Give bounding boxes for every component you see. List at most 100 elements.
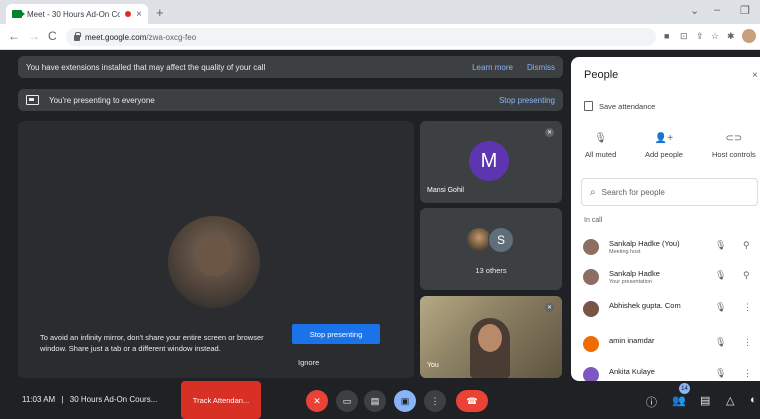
forward-button[interactable]: → xyxy=(28,29,40,43)
others-count: 13 others xyxy=(475,266,507,275)
avatar: S xyxy=(488,227,514,253)
list-item[interactable]: Ankita Kulaye 🎙 ⋮ xyxy=(581,363,760,381)
mic-off-icon: ✕ xyxy=(313,395,321,406)
url-path: /zwa-oxcg-feo xyxy=(146,32,197,42)
dismiss-link[interactable]: Dismiss xyxy=(527,63,555,72)
mic-off-icon[interactable]: 🎙 xyxy=(715,337,726,348)
meeting-name: 30 Hours Ad-On Cours... xyxy=(69,395,158,404)
action-label: Add people xyxy=(645,150,683,159)
mic-off-icon: ✕ xyxy=(545,303,554,312)
recording-dot-icon xyxy=(125,11,132,17)
learn-more-link[interactable]: Learn more xyxy=(472,63,513,72)
meeting-details-icon[interactable]: ⓘ xyxy=(646,394,657,410)
search-placeholder: Search for people xyxy=(601,187,665,197)
share-icon[interactable]: ⇪ xyxy=(696,31,704,42)
list-item[interactable]: Abhishek gupta. Com 🎙 ⋮ xyxy=(581,297,760,327)
participant-name: Mansi Gohil xyxy=(427,187,464,194)
presenting-text: You're presenting to everyone xyxy=(49,95,155,105)
back-button[interactable]: ← xyxy=(8,29,20,43)
panel-title: People xyxy=(584,69,619,81)
captions-button[interactable]: ▤ xyxy=(364,390,386,412)
lock-controls-icon[interactable]: ◐ xyxy=(750,394,757,406)
present-icon: ▣ xyxy=(400,395,410,406)
separator: | xyxy=(61,395,64,404)
ignore-button[interactable]: Ignore xyxy=(298,358,319,367)
track-attendance-button[interactable]: Track Attendan... xyxy=(181,381,261,419)
presenting-bar: You're presenting to everyone Stop prese… xyxy=(18,89,563,111)
pin-icon[interactable]: ⚲ xyxy=(743,240,750,251)
participant-tile-mansi[interactable]: ✕ M Mansi Gohil xyxy=(420,121,562,203)
more-options-button[interactable]: ⋮ xyxy=(424,390,446,412)
new-tab-button[interactable]: + xyxy=(156,5,164,20)
camera-face xyxy=(478,324,502,352)
url-text: meet.google.com/zwa-oxcg-feo xyxy=(85,33,196,42)
search-icon: ⌕ xyxy=(590,186,596,198)
more-vert-icon: ⋮ xyxy=(430,395,440,406)
list-item[interactable]: Sankalp Hadke (You) Meeting host 🎙 ⚲ xyxy=(581,235,760,265)
avatar xyxy=(583,269,599,285)
avatar xyxy=(583,336,599,352)
avatar xyxy=(583,367,599,381)
stop-presenting-button[interactable]: Stop presenting xyxy=(292,324,380,344)
add-people-button[interactable]: 👤+ Add people xyxy=(645,133,683,159)
meeting-info: 11:03 AM | 30 Hours Ad-On Cours... xyxy=(22,395,157,404)
participant-tile-others[interactable]: S 13 others xyxy=(420,208,562,290)
phone-hangup-icon: ☎ xyxy=(466,395,478,406)
mic-off-icon[interactable]: 🎙 xyxy=(715,302,726,313)
meeting-controls-bar: 11:03 AM | 30 Hours Ad-On Cours... Track… xyxy=(0,381,760,419)
profile-avatar[interactable] xyxy=(742,29,756,43)
self-video-tile[interactable]: ✕ You xyxy=(420,296,562,378)
more-vert-icon[interactable]: ⋮ xyxy=(743,337,752,348)
save-attendance-button[interactable]: Save attendance xyxy=(584,101,655,111)
participant-name: amin inamdar xyxy=(609,336,655,345)
tab-search-chevron-icon[interactable]: ⌄ xyxy=(690,4,699,17)
restore-button[interactable]: ❐ xyxy=(740,4,750,17)
mic-toggle-button[interactable]: ✕ xyxy=(306,390,328,412)
search-input[interactable]: ⌕ Search for people xyxy=(581,178,758,206)
banner-text: You have extensions installed that may a… xyxy=(26,62,266,72)
mic-off-icon[interactable]: 🎙 xyxy=(715,368,726,379)
more-vert-icon[interactable]: ⋮ xyxy=(743,302,752,313)
more-vert-icon[interactable]: ⋮ xyxy=(743,368,752,379)
browser-toolbar: ← → C meet.google.com/zwa-oxcg-feo ■ ⊡ ⇪… xyxy=(0,24,760,50)
participant-name: You xyxy=(427,362,439,369)
meet-favicon-icon xyxy=(12,10,25,18)
mic-off-icon: ✕ xyxy=(545,128,554,137)
avatar xyxy=(583,301,599,317)
reload-button[interactable]: C xyxy=(48,29,57,43)
browser-tab-meet[interactable]: Meet - 30 Hours Ad-On Co... × xyxy=(6,4,148,24)
mute-all-button[interactable]: 🎙 All muted xyxy=(585,133,616,159)
present-now-button[interactable]: ▣ xyxy=(394,390,416,412)
in-call-heading: In call xyxy=(584,217,603,224)
list-item[interactable]: amin inamdar 🎙 ⋮ xyxy=(581,332,760,362)
browser-tab-strip: Meet - 30 Hours Ad-On Co... × + ⌄ – ❐ xyxy=(0,0,760,24)
extensions-icon[interactable]: ✱ xyxy=(727,31,735,42)
extensions-warning-banner: You have extensions installed that may a… xyxy=(18,56,563,78)
minimize-button[interactable]: – xyxy=(714,4,720,16)
camera-indicator-icon[interactable]: ■ xyxy=(664,31,669,41)
host-controls-button[interactable]: ⊂⊃ Host controls xyxy=(712,133,756,159)
present-screen-icon xyxy=(26,95,39,105)
avatar: M xyxy=(469,141,509,181)
participant-role: Meeting host xyxy=(609,249,641,255)
camera-toggle-button[interactable]: ▭ xyxy=(336,390,358,412)
pin-icon[interactable]: ⚲ xyxy=(743,270,750,281)
tab-cast-icon[interactable]: ⊡ xyxy=(680,31,688,42)
list-item[interactable]: Sankalp Hadke Your presentation 🎙 ⚲ xyxy=(581,265,760,295)
add-person-icon: 👤+ xyxy=(654,133,674,144)
leave-call-button[interactable]: ☎ xyxy=(456,390,488,412)
activities-icon[interactable]: △ xyxy=(726,394,734,407)
camera-icon: ▭ xyxy=(342,395,352,406)
mic-off-icon[interactable]: 🎙 xyxy=(715,240,726,251)
stop-presenting-link[interactable]: Stop presenting xyxy=(499,96,555,105)
people-icon[interactable]: 👥 xyxy=(672,394,686,407)
address-bar[interactable]: meet.google.com/zwa-oxcg-feo xyxy=(66,28,656,46)
mic-off-icon[interactable]: 🎙 xyxy=(715,270,726,281)
bookmark-star-icon[interactable]: ☆ xyxy=(711,31,719,42)
close-icon[interactable]: × xyxy=(752,70,758,81)
participant-role: Your presentation xyxy=(609,279,652,285)
chat-icon[interactable]: ▤ xyxy=(700,394,710,407)
action-label: All muted xyxy=(585,150,617,159)
participant-name: Abhishek gupta. Com xyxy=(609,301,681,310)
tab-close-icon[interactable]: × xyxy=(136,9,142,20)
